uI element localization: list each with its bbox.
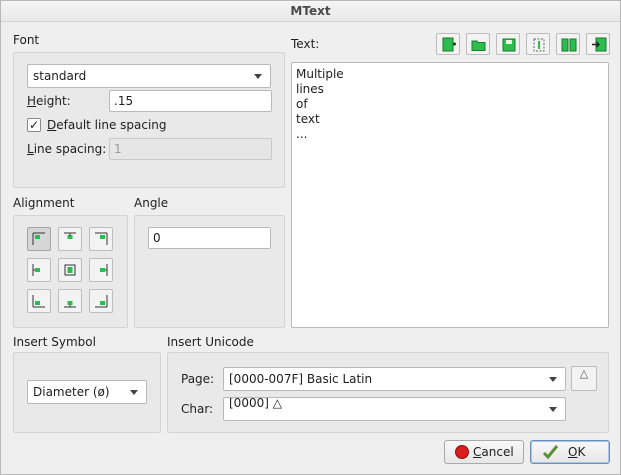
- angle-section-label: Angle: [134, 196, 169, 210]
- new-page-icon: [442, 37, 456, 52]
- unicode-char-value: [0000] △: [229, 397, 282, 410]
- insert-unicode-group: Page: [0000-007F] Basic Latin Char: [000…: [167, 352, 609, 433]
- align-middle-right-icon: [100, 264, 108, 276]
- unicode-char-combo[interactable]: [0000] △: [223, 397, 566, 421]
- text-line: Multiple: [296, 67, 344, 81]
- text-label: Text:: [291, 37, 320, 51]
- unicode-page-label: Page:: [181, 372, 215, 386]
- alignment-group: [13, 215, 128, 328]
- align-top-right-button[interactable]: [89, 227, 113, 251]
- align-middle-left-button[interactable]: [27, 258, 51, 282]
- chevron-down-icon: [130, 390, 138, 395]
- clear-icon: [533, 38, 545, 52]
- chevron-down-icon: [254, 74, 262, 79]
- align-top-left-icon: [32, 232, 45, 245]
- align-top-right-icon: [95, 232, 108, 245]
- height-input[interactable]: .15: [109, 90, 272, 112]
- mtext-dialog: MText Font standard Height: .15 ✓ Defaul…: [0, 0, 621, 475]
- angle-input[interactable]: 0: [148, 227, 271, 249]
- insert-symbol-group: Diameter (ø): [13, 352, 161, 433]
- book-button[interactable]: [556, 33, 580, 55]
- line-spacing-input[interactable]: 1: [109, 138, 272, 160]
- ok-label: OK: [568, 445, 586, 459]
- insert-symbol-value: Diameter (ø): [33, 385, 110, 399]
- font-group: standard Height: .15 ✓ Default line spac…: [13, 52, 285, 188]
- align-middle-right-button[interactable]: [89, 258, 113, 282]
- align-bottom-right-icon: [95, 295, 108, 308]
- text-line: of: [296, 97, 308, 111]
- new-page-button[interactable]: [436, 33, 460, 55]
- insert-unicode-label: Insert Unicode: [167, 335, 254, 349]
- align-bottom-left-icon: [32, 295, 45, 308]
- cancel-label: Cancel: [473, 445, 514, 459]
- line-spacing-label: Line spacing:: [27, 142, 107, 156]
- font-name-combo[interactable]: standard: [27, 64, 271, 88]
- import-icon: [592, 37, 607, 52]
- text-line: ...: [296, 127, 308, 141]
- open-button[interactable]: [466, 33, 490, 55]
- align-middle-left-icon: [32, 264, 40, 276]
- insert-char-button[interactable]: △: [571, 366, 597, 391]
- window-title: MText: [1, 1, 620, 22]
- height-label: Height:: [27, 94, 71, 108]
- align-bottom-center-icon: [64, 301, 76, 308]
- alignment-section-label: Alignment: [13, 196, 75, 210]
- ok-button[interactable]: OK: [530, 440, 610, 464]
- save-button[interactable]: [496, 33, 520, 55]
- cancel-icon: [455, 445, 469, 459]
- save-disk-icon: [502, 38, 516, 52]
- unicode-page-value: [0000-007F] Basic Latin: [229, 372, 373, 386]
- align-middle-center-icon: [64, 264, 76, 276]
- text-editor[interactable]: Multiple lines of text ...: [291, 62, 609, 328]
- align-top-center-button[interactable]: [58, 227, 82, 251]
- unicode-page-combo[interactable]: [0000-007F] Basic Latin: [223, 367, 566, 391]
- text-line: lines: [296, 82, 324, 96]
- align-top-center-icon: [64, 232, 76, 239]
- align-bottom-left-button[interactable]: [27, 289, 51, 313]
- default-line-spacing-label: Default line spacing: [47, 118, 167, 132]
- insert-symbol-label: Insert Symbol: [13, 335, 96, 349]
- angle-group: 0: [134, 215, 285, 328]
- book-icon: [561, 38, 577, 52]
- default-line-spacing-checkbox[interactable]: ✓: [27, 118, 41, 132]
- font-section-label: Font: [13, 33, 40, 47]
- open-folder-icon: [471, 40, 486, 51]
- font-name-value: standard: [33, 69, 87, 83]
- ok-check-icon: [542, 445, 559, 460]
- align-top-left-button[interactable]: [27, 227, 51, 251]
- clear-button[interactable]: [526, 33, 550, 55]
- insert-symbol-combo[interactable]: Diameter (ø): [27, 380, 147, 404]
- chevron-down-icon: [549, 407, 557, 412]
- align-bottom-center-button[interactable]: [58, 289, 82, 313]
- unicode-char-label: Char:: [181, 402, 214, 416]
- import-button[interactable]: [586, 33, 610, 55]
- text-line: text: [296, 112, 320, 126]
- align-bottom-right-button[interactable]: [89, 289, 113, 313]
- align-middle-center-button[interactable]: [58, 258, 82, 282]
- chevron-down-icon: [549, 377, 557, 382]
- cancel-button[interactable]: Cancel: [444, 440, 524, 464]
